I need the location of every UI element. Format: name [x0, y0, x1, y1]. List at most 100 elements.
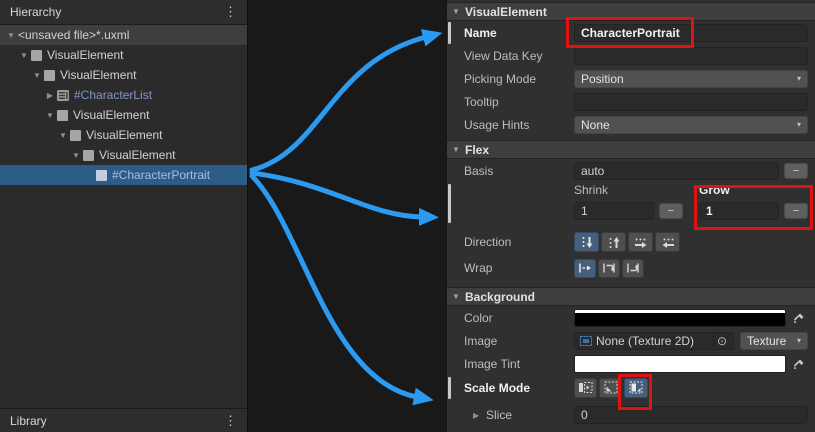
- foldout-open-icon[interactable]: ▼: [452, 7, 465, 16]
- scale-mode-stretch-to-fill-button[interactable]: [574, 378, 597, 398]
- picking-mode-dropdown[interactable]: Position ▾: [574, 70, 808, 88]
- object-picker-icon[interactable]: ⊙: [713, 334, 730, 348]
- slice-foldout[interactable]: ▶ Slice: [447, 408, 574, 422]
- flex-direction-row-icon: [634, 236, 648, 249]
- scale-mode-scale-and-crop-icon: [604, 381, 618, 394]
- flex-direction-column-reverse-button[interactable]: [601, 232, 626, 252]
- foldout-open-icon[interactable]: ▼: [69, 151, 83, 160]
- unset-basis-button[interactable]: −: [784, 163, 808, 179]
- direction-label: Direction: [447, 235, 574, 249]
- visual-element-icon: [44, 70, 55, 81]
- foldout-open-icon[interactable]: ▼: [452, 145, 465, 154]
- flex-wrap-nowrap-icon: [578, 262, 592, 274]
- background-color-swatch[interactable]: [574, 309, 786, 327]
- library-title: Library: [10, 414, 222, 428]
- listview-icon: [57, 90, 69, 101]
- eyedropper-icon[interactable]: [790, 312, 808, 324]
- visual-element-icon: [83, 150, 94, 161]
- foldout-closed-icon[interactable]: ▶: [43, 91, 57, 100]
- scale-mode-toggle-group: [574, 378, 648, 398]
- background-image-object-field[interactable]: None (Texture 2D) ⊙: [574, 332, 734, 350]
- flex-shrink-input[interactable]: [574, 202, 654, 220]
- tree-row-label: VisualElement: [86, 128, 163, 142]
- tree-row-label: VisualElement: [60, 68, 137, 82]
- shrink-label: Shrink: [574, 182, 683, 199]
- hierarchy-title: Hierarchy: [10, 5, 222, 19]
- tree-row-label: #CharacterPortrait: [112, 168, 210, 182]
- foldout-open-icon[interactable]: ▼: [452, 292, 465, 301]
- section-header-visualelement[interactable]: ▼ VisualElement: [447, 2, 815, 21]
- hierarchy-panel: Hierarchy ⋮ ▼ <unsaved file>*.uxml ▼ Vis…: [0, 0, 248, 432]
- scale-mode-scale-and-crop-button[interactable]: [599, 378, 622, 398]
- override-bar-grow: [448, 184, 451, 223]
- section-title: Flex: [465, 143, 489, 157]
- flex-wrap-wrap-reverse-button[interactable]: [622, 259, 644, 278]
- tree-row-label: VisualElement: [47, 48, 124, 62]
- visual-element-icon: [57, 110, 68, 121]
- usage-hints-label: Usage Hints: [447, 118, 574, 132]
- tree-row-visualelement-4[interactable]: ▼ VisualElement: [0, 125, 247, 145]
- usage-hints-dropdown[interactable]: None ▾: [574, 116, 808, 134]
- flex-wrap-wrap-reverse-icon: [626, 262, 640, 274]
- annotation-arrow-to-scale-mode: [252, 176, 417, 397]
- flex-direction-row-reverse-icon: [661, 236, 675, 249]
- chevron-down-icon: ▾: [797, 120, 801, 129]
- image-tint-label: Image Tint: [447, 357, 574, 371]
- foldout-open-icon[interactable]: ▼: [4, 31, 18, 40]
- flex-wrap-wrap-button[interactable]: [598, 259, 620, 278]
- view-data-key-input[interactable]: [574, 47, 808, 65]
- tree-row-visualelement-2[interactable]: ▼ VisualElement: [0, 65, 247, 85]
- library-header: Library ⋮: [0, 408, 247, 432]
- image-type-value: Texture: [747, 334, 786, 348]
- flex-direction-row-reverse-button[interactable]: [655, 232, 680, 252]
- flex-direction-toggle-group: [574, 232, 680, 252]
- flex-direction-column-button[interactable]: [574, 232, 599, 252]
- tooltip-label: Tooltip: [447, 95, 574, 109]
- annotation-arrow-to-grow: [252, 173, 422, 217]
- usage-hints-value: None: [581, 118, 610, 132]
- foldout-open-icon[interactable]: ▼: [17, 51, 31, 60]
- foldout-open-icon[interactable]: ▼: [30, 71, 44, 80]
- image-type-dropdown[interactable]: Texture ▾: [740, 332, 808, 350]
- eyedropper-icon[interactable]: [790, 358, 808, 370]
- tree-row-characterlist[interactable]: ▶ #CharacterList: [0, 85, 247, 105]
- tree-row-label: #CharacterList: [74, 88, 152, 102]
- section-header-background[interactable]: ▼ Background: [447, 287, 815, 306]
- slice-input[interactable]: [574, 406, 808, 424]
- library-menu-icon[interactable]: ⋮: [222, 413, 239, 429]
- foldout-open-icon[interactable]: ▼: [56, 131, 70, 140]
- foldout-open-icon[interactable]: ▼: [43, 111, 57, 120]
- flex-direction-row-button[interactable]: [628, 232, 653, 252]
- section-header-flex[interactable]: ▼ Flex: [447, 140, 815, 159]
- background-color-label: Color: [447, 311, 574, 325]
- flex-basis-input[interactable]: [574, 162, 779, 180]
- section-title: VisualElement: [465, 5, 547, 19]
- tree-row-characterportrait-selected[interactable]: #CharacterPortrait: [0, 165, 247, 185]
- image-tint-swatch[interactable]: [574, 355, 786, 373]
- unset-shrink-button[interactable]: −: [659, 203, 683, 219]
- picking-mode-value: Position: [581, 72, 624, 86]
- flex-wrap-nowrap-button[interactable]: [574, 259, 596, 278]
- flex-direction-column-reverse-icon: [607, 236, 621, 249]
- chevron-down-icon: ▾: [797, 74, 801, 83]
- tree-row-visualelement-5[interactable]: ▼ VisualElement: [0, 145, 247, 165]
- scale-mode-scale-to-fit-button[interactable]: [624, 378, 648, 398]
- tooltip-input[interactable]: [574, 93, 808, 111]
- hierarchy-header: Hierarchy ⋮: [0, 0, 247, 25]
- name-label: Name: [447, 26, 574, 40]
- unset-grow-button[interactable]: −: [784, 203, 808, 219]
- background-image-value: None (Texture 2D): [596, 334, 713, 348]
- background-image-label: Image: [447, 334, 574, 348]
- scale-mode-stretch-to-fill-icon: [578, 381, 593, 394]
- flex-wrap-toggle-group: [574, 259, 644, 278]
- view-data-key-label: View Data Key: [447, 49, 574, 63]
- tree-row-visualelement-3[interactable]: ▼ VisualElement: [0, 105, 247, 125]
- tree-row-visualelement-1[interactable]: ▼ VisualElement: [0, 45, 247, 65]
- chevron-down-icon: ▾: [797, 336, 801, 345]
- basis-label: Basis: [447, 164, 574, 178]
- hierarchy-menu-icon[interactable]: ⋮: [222, 4, 239, 20]
- name-input[interactable]: [574, 24, 808, 42]
- flex-grow-input[interactable]: [699, 202, 779, 220]
- tree-row-uxml-file[interactable]: ▼ <unsaved file>*.uxml: [0, 25, 247, 45]
- annotation-arrow-to-name: [252, 37, 426, 170]
